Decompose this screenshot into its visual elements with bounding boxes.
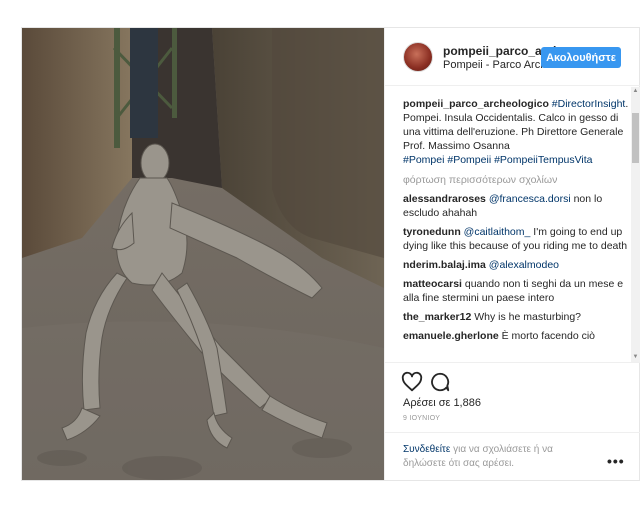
comment-mention[interactable]: @caitlaithom_ [464,226,531,238]
login-prompt: Συνδεθείτε για να σχολιάσετε ή να δηλώσε… [403,443,593,471]
hashtag-pompei[interactable]: #Pompei [403,154,444,166]
comment-username[interactable]: emanuele.gherlone [403,330,499,342]
post-actions: Αρέσει σε 1,886 9 ΙΟΥΝΙΟΥ [385,362,640,432]
comment-item: tyronedunn @caitlaithom_ I'm going to en… [403,225,629,253]
hashtag-director[interactable]: #DirectorInsight [552,98,626,110]
post-caption: pompeii_parco_archeologico #DirectorInsi… [403,97,629,167]
comment-username[interactable]: tyronedunn [403,226,461,238]
comment-mention[interactable]: @francesca.dorsi [489,193,571,205]
login-link[interactable]: Συνδεθείτε [403,444,450,455]
comment-item: nderim.balaj.ima @alexalmodeo [403,258,629,272]
comment-username[interactable]: nderim.balaj.ima [403,259,486,271]
comment-username[interactable]: the_marker12 [403,311,471,323]
post-date: 9 ΙΟΥΝΙΟΥ [403,415,441,422]
likes-count[interactable]: Αρέσει σε 1,886 [403,397,481,409]
instagram-post: pompeii_parco_archeologico Pompeii - Par… [21,27,640,481]
comment-text: È morto facendo ciò [501,330,596,342]
comment-item: matteocarsi quando non ti seghi da un me… [403,277,629,305]
comment-username[interactable]: matteocarsi [403,278,462,290]
post-sidebar: pompeii_parco_archeologico Pompeii - Par… [384,28,640,480]
comments-scrollbar[interactable]: ▲ ▼ [631,87,640,362]
comments-list[interactable]: pompeii_parco_archeologico #DirectorInsi… [385,87,640,362]
post-footer: Συνδεθείτε για να σχολιάσετε ή να δηλώσε… [385,432,640,480]
heart-icon[interactable] [401,371,423,393]
comment-item: alessandraroses @francesca.dorsi non lo … [403,192,629,220]
comment-username[interactable]: alessandraroses [403,193,486,205]
comment-bubble-icon[interactable] [429,371,451,393]
plaster-cast-photo [22,28,384,480]
comment-mention[interactable]: @alexalmodeo [489,259,559,271]
follow-button[interactable]: Ακολουθήστε [541,47,621,68]
comment-text: Why is he masturbing? [474,311,582,323]
avatar[interactable] [403,42,433,72]
caption-username[interactable]: pompeii_parco_archeologico [403,98,549,110]
comment-item: the_marker12 Why is he masturbing? [403,310,629,324]
load-more-comments[interactable]: φόρτωση περισσότερων σχολίων [403,173,629,187]
hashtag-tempusvita[interactable]: #PompeiiTempusVita [494,154,592,166]
scroll-thumb[interactable] [632,113,639,163]
hashtag-pompeii[interactable]: #Pompeii [447,154,491,166]
post-photo[interactable] [22,28,384,480]
scroll-up-icon[interactable]: ▲ [631,87,640,96]
more-options-icon[interactable]: ••• [607,453,625,469]
post-header: pompeii_parco_archeologico Pompeii - Par… [385,28,640,86]
comment-item: emanuele.gherlone È morto facendo ciò [403,329,629,343]
scroll-down-icon[interactable]: ▼ [631,353,640,362]
